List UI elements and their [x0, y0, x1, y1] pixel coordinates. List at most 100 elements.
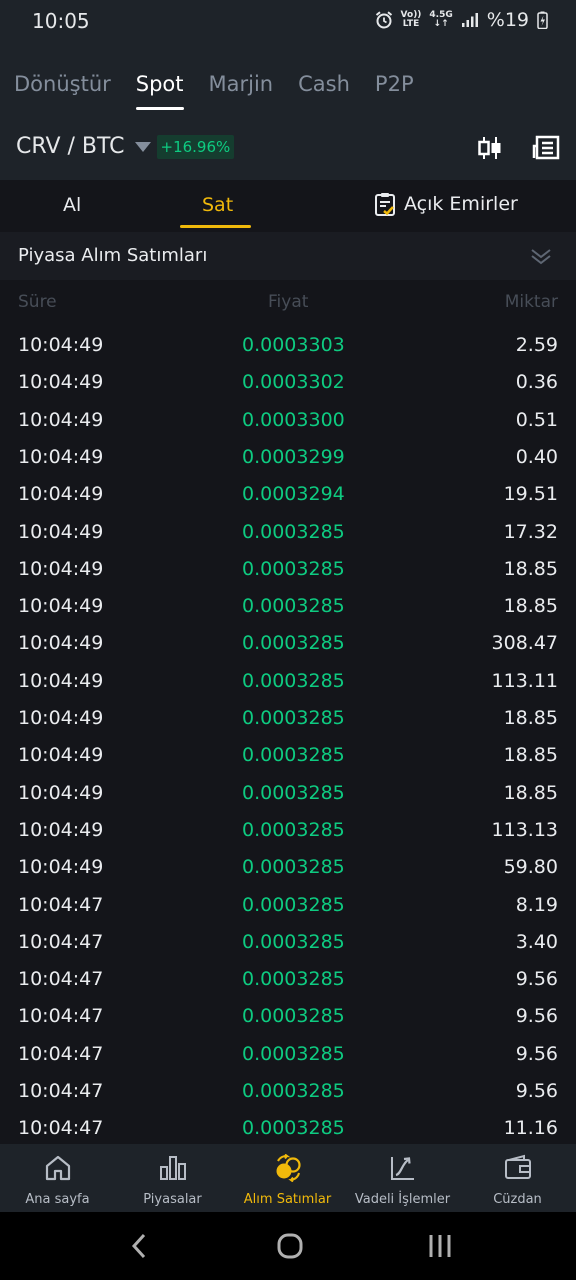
tab-donustur[interactable]: Dönüştür	[14, 72, 111, 110]
active-tab-indicator	[180, 225, 251, 228]
trade-row: 10:04:49 0.0003285 18.85	[0, 738, 576, 775]
trade-time: 10:04:49	[18, 520, 104, 543]
tab-cash[interactable]: Cash	[298, 72, 350, 110]
nav-trades[interactable]: Alım Satımlar	[230, 1144, 345, 1212]
trade-qty: 19.51	[503, 483, 558, 506]
nav-wallet-label: Cüzdan	[493, 1192, 542, 1207]
tab-buy[interactable]: Al	[63, 194, 81, 216]
trade-row: 10:04:47 0.0003285 3.40	[0, 925, 576, 962]
trade-time: 10:04:49	[18, 595, 104, 618]
trade-qty: 3.40	[515, 930, 558, 953]
trade-qty: 8.19	[515, 893, 558, 916]
battery-level: %19	[486, 9, 529, 31]
trade-qty: 113.11	[491, 669, 558, 692]
trade-row: 10:04:49 0.0003285 18.85	[0, 589, 576, 626]
trade-price: 0.0003285	[242, 930, 345, 953]
system-navigation-bar	[0, 1212, 576, 1280]
signal-icon	[461, 13, 478, 27]
trade-qty: 308.47	[491, 632, 558, 655]
trade-qty: 18.85	[503, 744, 558, 767]
tab-spot[interactable]: Spot	[135, 72, 184, 110]
tab-sell[interactable]: Sat	[202, 194, 233, 216]
trade-time: 10:04:49	[18, 557, 104, 580]
trade-side-tabs: Al Sat Açık Emirler	[0, 180, 576, 232]
trade-row: 10:04:49 0.0003302 0.36	[0, 365, 576, 402]
trade-price: 0.0003302	[242, 371, 345, 394]
trade-price: 0.0003303	[242, 334, 345, 356]
trade-price: 0.0003285	[242, 968, 345, 991]
market-trades-list[interactable]: Süre Fiyat Miktar 10:04:49 0.0003303 2.59 1…	[0, 280, 576, 1144]
tab-marjin[interactable]: Marjin	[209, 72, 274, 110]
tab-p2p[interactable]: P2P	[375, 72, 414, 110]
market-trades-header[interactable]: Piyasa Alım Satımları	[0, 232, 576, 280]
trade-time: 10:04:49	[18, 334, 104, 356]
nav-trades-label: Alım Satımlar	[243, 1192, 332, 1207]
trade-time: 10:04:49	[18, 669, 104, 692]
trade-qty: 9.56	[515, 1042, 558, 1065]
nav-futures[interactable]: Vadeli İşlemler	[345, 1144, 460, 1212]
trade-qty: 0.40	[515, 445, 558, 468]
trade-qty: 0.51	[515, 408, 558, 431]
bottom-navigation: Ana sayfa Piyasalar Alım Satımlar Vadeli…	[0, 1144, 576, 1212]
trade-price: 0.0003285	[242, 1117, 345, 1140]
trade-price: 0.0003300	[242, 408, 345, 431]
nav-markets-label: Piyasalar	[143, 1192, 202, 1207]
network-type-indicator: 4.5G ↓↑	[429, 10, 453, 29]
trade-time: 10:04:49	[18, 632, 104, 655]
trade-row: 10:04:47 0.0003285 9.56	[0, 962, 576, 999]
trade-price: 0.0003294	[242, 483, 345, 506]
trade-row: 10:04:47 0.0003285 9.56	[0, 1074, 576, 1111]
markets-icon	[160, 1156, 186, 1180]
open-orders-label: Açık Emirler	[404, 193, 518, 215]
trade-time: 10:04:47	[18, 1042, 104, 1065]
trade-time: 10:04:47	[18, 1005, 104, 1028]
trade-price: 0.0003299	[242, 445, 345, 468]
trade-qty: 18.85	[503, 707, 558, 729]
top-tabs: Dönüştür Spot Marjin Cash P2P	[14, 72, 414, 110]
trade-time: 10:04:49	[18, 856, 104, 879]
pair-name[interactable]: CRV / BTC	[16, 134, 125, 159]
nav-home[interactable]: Ana sayfa	[0, 1144, 115, 1212]
nav-wallet[interactable]: Cüzdan	[460, 1144, 575, 1212]
double-chevron-down-icon[interactable]	[530, 246, 552, 266]
column-header-price: Fiyat	[268, 292, 309, 312]
status-time: 10:05	[32, 9, 90, 33]
market-trades-title: Piyasa Alım Satımları	[18, 245, 208, 266]
trade-qty: 113.13	[491, 818, 558, 841]
back-icon[interactable]	[125, 1232, 155, 1260]
trade-price: 0.0003285	[242, 557, 345, 580]
trade-price: 0.0003285	[242, 1080, 345, 1102]
nav-home-label: Ana sayfa	[25, 1192, 90, 1207]
recent-apps-icon[interactable]	[425, 1232, 455, 1260]
pair-change-badge: +16.96%	[156, 134, 235, 159]
trade-row: 10:04:47 0.0003285 11.16	[0, 1111, 576, 1144]
nav-markets[interactable]: Piyasalar	[115, 1144, 230, 1212]
trade-row: 10:04:49 0.0003285 18.85	[0, 776, 576, 813]
status-icons: Vo)) LTE 4.5G ↓↑ %19	[375, 9, 548, 31]
trade-row: 10:04:49 0.0003285 308.47	[0, 626, 576, 663]
pair-selector[interactable]: CRV / BTC +16.96%	[16, 134, 235, 159]
trade-price: 0.0003285	[242, 1042, 345, 1065]
trade-time: 10:04:47	[18, 1117, 104, 1140]
trade-qty: 18.85	[503, 595, 558, 618]
order-book-icon[interactable]	[532, 134, 560, 162]
battery-charging-icon	[537, 11, 548, 29]
trade-time: 10:04:49	[18, 371, 104, 394]
trade-time: 10:04:47	[18, 893, 104, 916]
column-header-time: Süre	[18, 292, 57, 312]
trade-time: 10:04:47	[18, 1080, 104, 1102]
open-orders-button[interactable]: Açık Emirler	[374, 192, 518, 216]
trade-qty: 18.85	[503, 557, 558, 580]
candlestick-chart-icon[interactable]	[476, 134, 504, 162]
caret-down-icon[interactable]	[134, 141, 151, 152]
trade-price: 0.0003285	[242, 632, 345, 655]
trade-row: 10:04:49 0.0003285 17.32	[0, 515, 576, 552]
trade-time: 10:04:49	[18, 408, 104, 431]
trade-price: 0.0003285	[242, 893, 345, 916]
home-circle-icon[interactable]	[275, 1232, 305, 1260]
trade-row: 10:04:47 0.0003285 9.56	[0, 1037, 576, 1074]
trade-qty: 17.32	[503, 520, 558, 543]
trade-qty: 0.36	[515, 371, 558, 394]
wallet-icon	[505, 1154, 531, 1179]
trade-qty: 9.56	[515, 968, 558, 991]
